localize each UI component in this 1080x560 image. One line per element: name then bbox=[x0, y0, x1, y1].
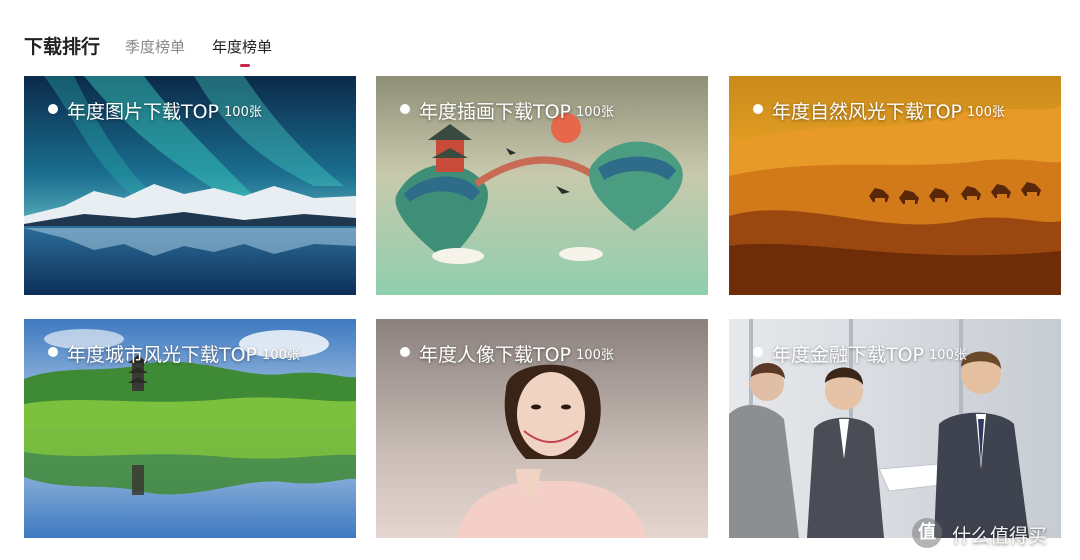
ranking-card-illustrations[interactable]: 年度插画下载TOP 100张 bbox=[376, 76, 708, 295]
card-count: 100张 bbox=[967, 105, 1005, 120]
bullet-dot-icon bbox=[400, 103, 410, 114]
section-title: 下载排行 bbox=[24, 36, 101, 58]
ranking-card-nature[interactable]: 年度自然风光下载TOP 100张 bbox=[729, 76, 1061, 295]
card-title: 年度金融下载TOP bbox=[772, 344, 925, 366]
active-tab-indicator bbox=[240, 64, 250, 67]
ranking-card-images[interactable]: 年度图片下载TOP 100张 bbox=[24, 76, 356, 295]
bullet-dot-icon bbox=[400, 346, 410, 357]
card-count: 100张 bbox=[929, 348, 967, 363]
card-title: 年度自然风光下载TOP bbox=[772, 101, 963, 123]
card-count: 100张 bbox=[576, 348, 614, 363]
bullet-dot-icon bbox=[753, 103, 763, 114]
ranking-card-portrait[interactable]: 年度人像下载TOP 100张 bbox=[376, 319, 708, 538]
ranking-card-finance[interactable]: 年度金融下载TOP 100张 bbox=[729, 319, 1061, 538]
tab-annual-ranking[interactable]: 年度榜单 bbox=[212, 36, 272, 57]
card-count: 100张 bbox=[576, 105, 614, 120]
bullet-dot-icon bbox=[753, 346, 763, 357]
bullet-dot-icon bbox=[48, 103, 58, 114]
zhi-logo-icon: 值 bbox=[912, 518, 942, 548]
card-count: 100张 bbox=[262, 348, 300, 363]
card-title: 年度城市风光下载TOP bbox=[67, 344, 258, 366]
ranking-card-cityscape[interactable]: 年度城市风光下载TOP 100张 bbox=[24, 319, 356, 538]
bullet-dot-icon bbox=[48, 346, 58, 357]
watermark-text: 什么值得买 bbox=[952, 525, 1048, 547]
card-title: 年度图片下载TOP bbox=[67, 101, 220, 123]
tab-quarterly-ranking[interactable]: 季度榜单 bbox=[125, 36, 185, 57]
card-title: 年度插画下载TOP bbox=[419, 101, 572, 123]
card-count: 100张 bbox=[224, 105, 262, 120]
card-title: 年度人像下载TOP bbox=[419, 344, 572, 366]
